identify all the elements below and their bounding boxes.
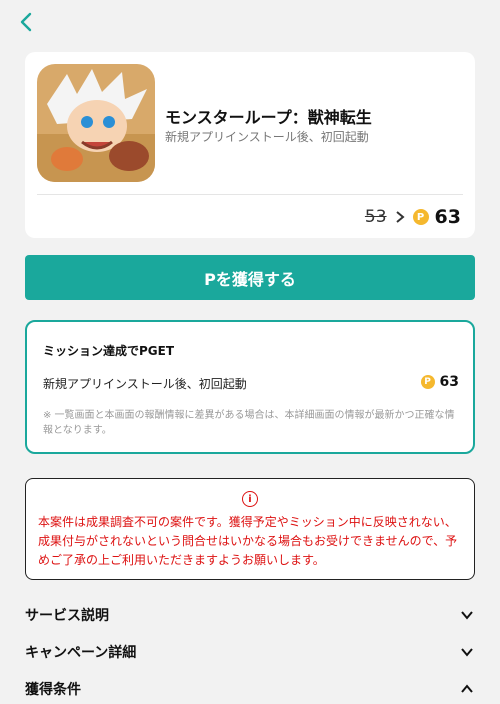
app-icon[interactable]: [37, 64, 155, 182]
mission-title: ミッション達成でPGET: [43, 344, 175, 358]
warning-box: i 本案件は成果調査不可の案件です。獲得予定やミッション中に反映されない、成果付…: [25, 478, 475, 580]
back-button[interactable]: [12, 8, 40, 36]
new-points: 63: [434, 206, 461, 228]
section-label: サービス説明: [25, 608, 109, 624]
divider: [37, 194, 463, 195]
chevron-down-icon: [459, 644, 475, 660]
old-points: 53: [364, 207, 387, 227]
chevron-down-icon: [459, 607, 475, 623]
section-label: キャンペーン詳細: [25, 645, 137, 661]
warning-text: 本案件は成果調査不可の案件です。獲得予定やミッション中に反映されない、成果付与が…: [38, 515, 458, 567]
mission-item-label: 新規アプリインストール後、初回起動: [43, 377, 247, 391]
section-label: 獲得条件: [25, 682, 81, 698]
section-campaign-details[interactable]: キャンペーン詳細: [25, 637, 475, 667]
app-card: モンスターループ：獣神転生 新規アプリインストール後、初回起動 53 P 63: [25, 52, 475, 238]
get-points-button[interactable]: Pを獲得する: [25, 255, 475, 300]
coin-icon: P: [420, 375, 435, 389]
app-title: モンスターループ：獣神転生: [165, 108, 372, 127]
coin-icon: P: [412, 209, 429, 225]
chevron-up-icon: [459, 681, 475, 697]
info-icon: i: [242, 491, 258, 507]
mission-points-value: 63: [439, 374, 459, 390]
section-service-description[interactable]: サービス説明: [25, 600, 475, 630]
mission-box: ミッション達成でPGET 新規アプリインストール後、初回起動 P 63 ※ 一覧…: [25, 320, 475, 454]
chevron-left-icon: [20, 12, 32, 32]
chevron-right-icon: [393, 210, 407, 224]
app-icon-artwork: [37, 64, 155, 182]
points-row: 53 P 63: [365, 206, 461, 228]
app-subtitle: 新規アプリインストール後、初回起動: [165, 130, 369, 144]
mission-points: P 63: [420, 374, 459, 390]
mission-note: ※ 一覧画面と本画面の報酬情報に差異がある場合は、本詳細画面の情報が最新かつ正確…: [43, 410, 455, 436]
